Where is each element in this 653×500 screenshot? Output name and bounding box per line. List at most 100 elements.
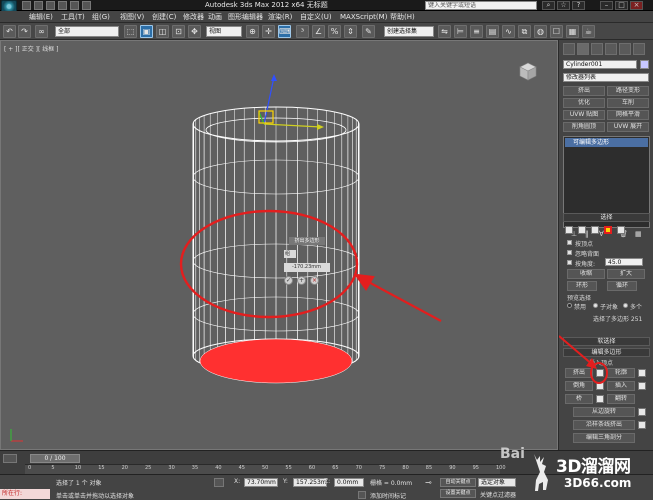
y-coordinate-field[interactable]: 157.253m xyxy=(293,478,327,487)
spinner-snap-icon[interactable]: ⇕ xyxy=(344,25,357,38)
maximize-button[interactable]: □ xyxy=(615,1,628,10)
named-selection-set-select[interactable]: 创建选择集 xyxy=(384,26,434,37)
star-icon[interactable]: ☆ xyxy=(557,1,570,10)
lathe-button[interactable]: 车削 xyxy=(607,98,649,108)
inset-settings-button[interactable] xyxy=(638,382,646,390)
material-editor-icon[interactable]: ◍ xyxy=(534,25,547,38)
menu-tools[interactable]: 工具(T) xyxy=(61,11,85,23)
uvw-map-button[interactable]: UVW 贴图 xyxy=(563,110,605,120)
motion-tab-icon[interactable] xyxy=(605,43,617,55)
object-name-field[interactable]: Cylinder001 xyxy=(563,60,637,69)
timeline-toggle-icon[interactable] xyxy=(3,454,17,463)
insert-vertex-button[interactable]: 插入顶点 xyxy=(589,358,613,367)
bevel-settings-button[interactable] xyxy=(596,382,604,390)
selection-filter-select[interactable]: 全部 xyxy=(55,26,119,37)
bevel-button[interactable]: 倒角 xyxy=(565,381,593,391)
help-icon[interactable]: ? xyxy=(572,1,585,10)
schematic-view-icon[interactable]: ⧉ xyxy=(518,25,531,38)
preview-disabled-radio[interactable] xyxy=(567,303,572,308)
hold-icon[interactable] xyxy=(82,1,91,10)
ignore-backfacing-checkbox[interactable] xyxy=(567,250,572,255)
modifier-list-select[interactable]: 修改器列表 xyxy=(563,73,649,82)
menu-customize[interactable]: 自定义(U) xyxy=(300,11,332,23)
border-mode-icon[interactable] xyxy=(591,226,599,234)
rectangular-selection-icon[interactable]: ◫ xyxy=(156,25,169,38)
search-input[interactable]: 键入关键字或短语 xyxy=(425,1,537,10)
modify-tab-icon[interactable] xyxy=(577,43,589,55)
render-setup-icon[interactable]: ☐ xyxy=(550,25,563,38)
caddy-amount-field[interactable]: -170.23mm xyxy=(284,263,330,272)
add-time-tag-button[interactable]: 添加时间标记 xyxy=(370,491,406,500)
z-coordinate-field[interactable]: 0.0mm xyxy=(334,478,364,487)
select-by-name-icon[interactable]: ▣ xyxy=(140,25,153,38)
by-vertex-checkbox[interactable] xyxy=(567,240,572,245)
element-mode-icon[interactable] xyxy=(617,226,625,234)
pivot-center-icon[interactable]: ⊕ xyxy=(246,25,259,38)
snaps-toggle-icon[interactable]: ³ xyxy=(296,25,309,38)
loop-button[interactable]: 循环 xyxy=(607,281,637,291)
menu-maxscript[interactable]: MAXScript(M) xyxy=(340,11,387,23)
inset-button[interactable]: 插入 xyxy=(607,381,635,391)
graphite-tools-icon[interactable]: ▤ xyxy=(486,25,499,38)
edit-polygons-rollout-header[interactable]: 编辑多边形 xyxy=(563,348,650,357)
redo-tool-icon[interactable]: ↷ xyxy=(18,25,31,38)
undo-icon[interactable] xyxy=(58,1,67,10)
chamfer-button[interactable]: 削角圆顶 xyxy=(563,122,605,132)
hinge-from-edge-button[interactable]: 从边旋转 xyxy=(573,407,635,417)
by-angle-checkbox[interactable] xyxy=(567,260,572,265)
x-coordinate-field[interactable]: 73.70mm xyxy=(244,478,278,487)
menu-edit[interactable]: 编辑(E) xyxy=(29,11,53,23)
angle-snap-icon[interactable]: ∠ xyxy=(312,25,325,38)
menu-help[interactable]: 帮助(H) xyxy=(390,11,415,23)
perspective-viewport[interactable]: [ + ][ 正交 ][ 线框 ] 挤出多边形 组 -170.23mm ✓ + … xyxy=(0,40,558,450)
preview-multi-radio[interactable] xyxy=(623,303,628,308)
mirror-icon[interactable]: ⇋ xyxy=(438,25,451,38)
stack-item-editable-poly[interactable]: 可编辑多边形 xyxy=(565,138,648,147)
caddy-cancel-icon[interactable]: × xyxy=(310,276,319,285)
select-object-icon[interactable]: ⬚ xyxy=(124,25,137,38)
binoculars-icon[interactable]: ⌕ xyxy=(542,1,555,10)
menu-group[interactable]: 组(G) xyxy=(92,11,110,23)
new-file-icon[interactable] xyxy=(22,1,31,10)
selection-rollout-header[interactable]: 选择 xyxy=(563,213,650,222)
redo-icon[interactable] xyxy=(70,1,79,10)
hinge-settings-button[interactable] xyxy=(638,408,646,416)
hierarchy-tab-icon[interactable] xyxy=(591,43,603,55)
extrude-along-spline-button[interactable]: 沿样条线挤出 xyxy=(573,420,635,430)
preview-subobject-radio[interactable] xyxy=(593,303,598,308)
soft-selection-rollout-header[interactable]: 软选择 xyxy=(563,337,650,346)
window-crossing-icon[interactable]: ⊡ xyxy=(172,25,185,38)
grow-button[interactable]: 扩大 xyxy=(607,269,645,279)
edit-named-sets-icon[interactable]: ✎ xyxy=(362,25,375,38)
maxscript-listener[interactable]: 所在行: xyxy=(0,489,50,499)
menu-rendering[interactable]: 渲染(R) xyxy=(268,11,292,23)
caddy-type-select[interactable]: 组 xyxy=(284,250,296,258)
extrude-modifier-button[interactable]: 挤出 xyxy=(563,86,605,96)
lock-selection-icon[interactable] xyxy=(214,478,224,487)
outline-settings-button[interactable] xyxy=(638,369,646,377)
rendered-frame-icon[interactable]: ▦ xyxy=(566,25,579,38)
link-icon[interactable]: ∞ xyxy=(35,25,48,38)
reference-coordinate-select[interactable]: 视图 xyxy=(206,26,242,37)
select-move-icon[interactable]: ✥ xyxy=(188,25,201,38)
menu-views[interactable]: 视图(V) xyxy=(120,11,144,23)
menu-modifiers[interactable]: 修改器 xyxy=(183,11,204,23)
utilities-tab-icon[interactable] xyxy=(633,43,645,55)
flip-button[interactable]: 翻转 xyxy=(607,394,635,404)
meshsmooth-button[interactable]: 网格平滑 xyxy=(607,110,649,120)
close-button[interactable]: × xyxy=(630,1,643,10)
menu-graph-editors[interactable]: 图形编辑器 xyxy=(228,11,263,23)
polygon-mode-icon[interactable] xyxy=(604,226,612,234)
bridge-settings-button[interactable] xyxy=(596,395,604,403)
create-tab-icon[interactable] xyxy=(563,43,575,55)
time-slider[interactable]: 0 / 100 xyxy=(30,454,80,463)
render-production-icon[interactable]: ☕ xyxy=(582,25,595,38)
uvw-unwrap-button[interactable]: UVW 展开 xyxy=(607,122,649,132)
open-file-icon[interactable] xyxy=(34,1,43,10)
add-time-tag-icon[interactable] xyxy=(358,491,366,499)
caddy-ok-icon[interactable]: ✓ xyxy=(284,276,293,285)
outline-button[interactable]: 轮廓 xyxy=(607,368,635,378)
undo-tool-icon[interactable]: ↶ xyxy=(3,25,16,38)
extrude-button[interactable]: 挤出 xyxy=(565,368,593,378)
angle-spinner[interactable]: 45.0 xyxy=(605,258,643,266)
